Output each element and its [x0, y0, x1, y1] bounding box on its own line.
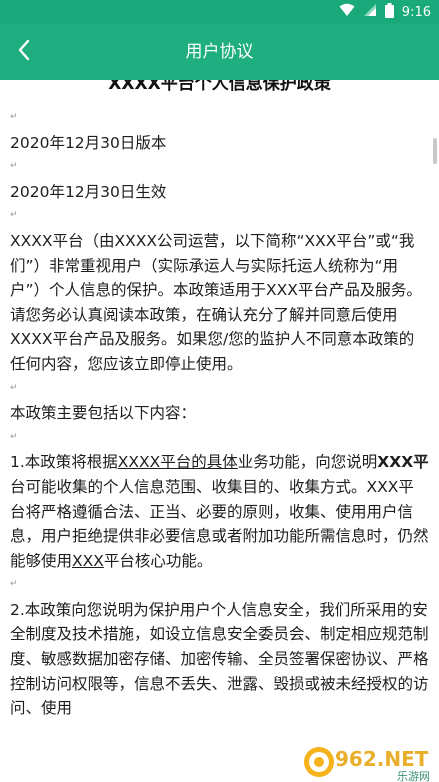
- status-icons: 9:16: [339, 0, 431, 24]
- status-time: 9:16: [401, 4, 431, 20]
- paragraph-mark-icon: ↵: [10, 382, 18, 393]
- status-bar: 9:16: [0, 0, 439, 24]
- item1-prefix: 1.本政策将根据: [10, 453, 118, 472]
- effective-date-text: 2020年12月30日生效: [10, 182, 167, 201]
- version-text: 2020年12月30日版本: [10, 133, 167, 152]
- watermark-text: 962.NET: [335, 747, 429, 771]
- document-body: ↵ 2020年12月30日版本 ↵ 2020年12月30日生效 ↵ XXXX平台…: [10, 106, 429, 721]
- list-item-2: 2.本政策向您说明为保护用户个人信息安全，我们所采用的安全制度及技术措施，如设立…: [10, 598, 429, 721]
- paragraph-mark-icon: ↵: [10, 161, 18, 172]
- document-scroll-area[interactable]: XXXX平台个人信息保护政策 ↵ 2020年12月30日版本 ↵ 2020年12…: [0, 80, 439, 782]
- paragraph-mark-icon: ↵: [10, 431, 18, 442]
- item1-middle: 业务功能，向您说明: [237, 453, 378, 472]
- back-button[interactable]: [4, 28, 44, 76]
- list-intro-text: 本政策主要包括以下内容：: [10, 404, 197, 423]
- item1-bold: XXX平: [377, 453, 429, 472]
- item1-end: 平台核心功能。: [103, 551, 213, 570]
- wifi-icon: [339, 3, 355, 21]
- item1-underlined: XXXX平台的具体: [117, 453, 238, 472]
- signal-icon: [363, 3, 377, 21]
- chevron-left-icon: [17, 39, 31, 65]
- app-bar: 用户协议: [0, 24, 439, 80]
- watermark-logo: 962.NET 乐游网: [301, 738, 437, 782]
- battery-icon: [384, 2, 394, 22]
- paragraph-mark-icon: ↵: [10, 579, 18, 590]
- item1-underlined-2: XXX: [72, 551, 104, 570]
- watermark-subtext: 乐游网: [397, 770, 430, 782]
- document-title: XXXX平台个人信息保护政策: [108, 80, 331, 94]
- page-title: 用户协议: [185, 42, 254, 62]
- scrollbar[interactable]: [433, 138, 437, 164]
- paragraph-mark-icon: ↵: [10, 112, 18, 122]
- paragraph-mark-icon: ↵: [10, 210, 18, 221]
- list-item-1: 1.本政策将根据XXXX平台的具体业务功能，向您说明XXX平台可能收集的个人信息…: [10, 450, 429, 573]
- intro-paragraph: XXXX平台（由XXXX公司运营，以下简称“XXX平台”或“我们”）非常重视用户…: [10, 231, 422, 373]
